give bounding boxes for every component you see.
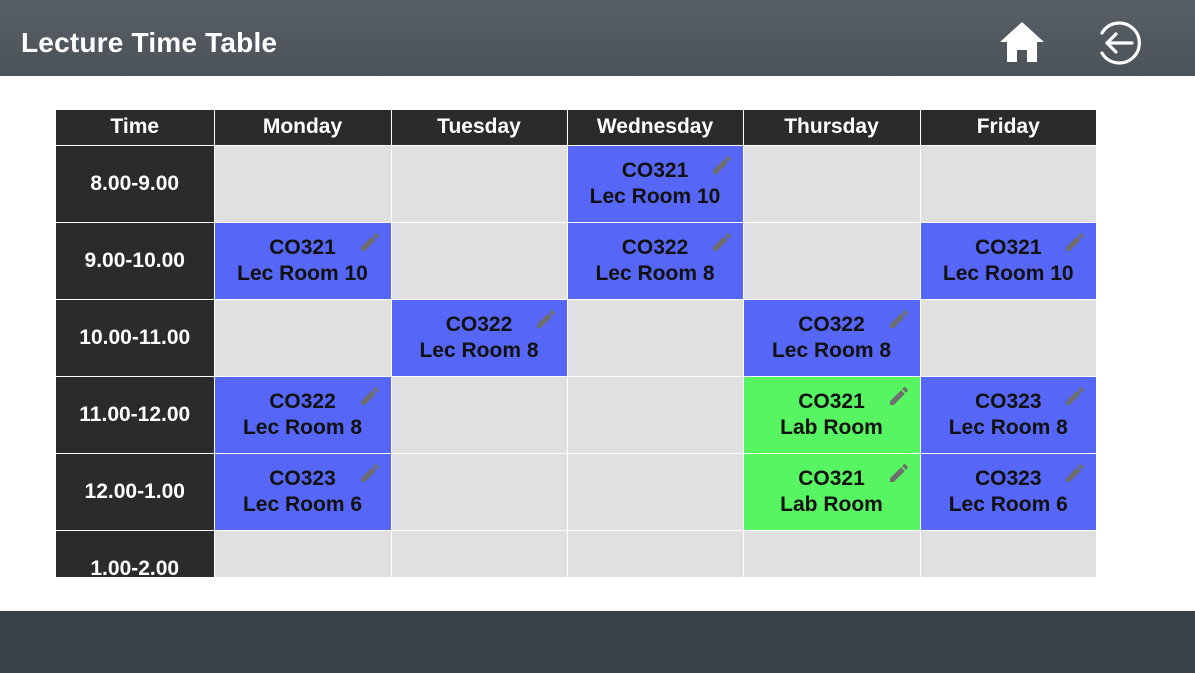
lecture-slot[interactable]: CO323 Lec Room 6	[213, 452, 392, 531]
empty-slot[interactable]	[390, 529, 568, 577]
edit-pencil-icon[interactable]	[887, 461, 911, 485]
timetable-row: 1.00-2.00	[56, 529, 1096, 577]
logout-button[interactable]	[1093, 19, 1145, 67]
lecture-slot[interactable]: CO323 Lec Room 6	[919, 452, 1096, 531]
room-name: Lec Room 8	[948, 415, 1068, 439]
empty-slot[interactable]	[742, 529, 921, 577]
lecture-slot[interactable]: CO322 Lec Room 8	[566, 221, 744, 300]
room-name: Lab Room	[780, 492, 883, 516]
empty-slot[interactable]	[566, 452, 744, 531]
room-name: Lec Room 10	[237, 261, 368, 285]
lecture-slot[interactable]: CO321 Lec Room 10	[566, 144, 744, 223]
lecture-slot[interactable]: CO323 Lec Room 8	[919, 375, 1096, 454]
edit-pencil-icon[interactable]	[710, 230, 734, 254]
timetable-body: 8.00-9.00 CO321 Lec Room 10 9.00-10.00 CO321…	[56, 144, 1096, 577]
room-name: Lec Room 10	[589, 184, 721, 208]
edit-pencil-icon[interactable]	[1063, 230, 1087, 254]
empty-slot[interactable]	[390, 221, 568, 300]
edit-pencil-icon[interactable]	[887, 384, 911, 408]
room-name: Lec Room 10	[942, 261, 1074, 285]
room-name: Lec Room 6	[948, 492, 1068, 516]
lecture-slot[interactable]: CO321 Lec Room 10	[213, 221, 392, 300]
empty-slot[interactable]	[566, 298, 744, 377]
empty-slot[interactable]	[566, 375, 744, 454]
time-slot-label: 12.00-1.00	[56, 452, 215, 531]
column-header: Friday	[919, 110, 1096, 146]
timetable-header-row: Time Monday Tuesday Wednesday Thursday F…	[56, 110, 1096, 146]
edit-pencil-icon[interactable]	[534, 307, 558, 331]
app-footer	[0, 611, 1195, 673]
lab-slot[interactable]: CO321 Lab Room	[742, 452, 921, 531]
lecture-slot[interactable]: CO322 Lec Room 8	[213, 375, 392, 454]
page-title: Lecture Time Table	[21, 27, 278, 58]
empty-slot[interactable]	[742, 221, 921, 300]
time-slot-label: 1.00-2.00	[56, 529, 215, 577]
lecture-slot[interactable]: CO322 Lec Room 8	[390, 298, 568, 377]
column-header: Wednesday	[566, 110, 744, 146]
edit-pencil-icon[interactable]	[710, 153, 734, 177]
app-window: Lecture Time Table Time Monday Tuesday W…	[0, 0, 1195, 673]
time-slot-label: 9.00-10.00	[56, 221, 215, 300]
timetable-row: 11.00-12.00 CO322 Lec Room 8 CO321 Lab Room C…	[56, 375, 1096, 454]
room-name: Lec Room 8	[419, 338, 539, 362]
room-name: Lab Room	[780, 415, 883, 439]
time-slot-label: 10.00-11.00	[56, 298, 215, 377]
home-button[interactable]	[996, 18, 1048, 66]
home-icon	[1000, 22, 1044, 62]
time-slot-label: 11.00-12.00	[56, 375, 215, 454]
empty-slot[interactable]	[390, 452, 568, 531]
lecture-slot[interactable]: CO321 Lec Room 10	[919, 221, 1096, 300]
timetable: Time Monday Tuesday Wednesday Thursday F…	[56, 110, 1096, 577]
edit-pencil-icon[interactable]	[358, 384, 382, 408]
edit-pencil-icon[interactable]	[358, 230, 382, 254]
logout-icon	[1100, 21, 1141, 65]
column-header: Tuesday	[390, 110, 568, 146]
empty-slot[interactable]	[213, 144, 392, 223]
empty-slot[interactable]	[390, 144, 568, 223]
timetable-row: 10.00-11.00 CO322 Lec Room 8 CO322 Lec Room …	[56, 298, 1096, 377]
empty-slot[interactable]	[919, 529, 1096, 577]
empty-slot[interactable]	[919, 298, 1096, 377]
edit-pencil-icon[interactable]	[1063, 384, 1087, 408]
empty-slot[interactable]	[919, 144, 1096, 223]
room-name: Lec Room 6	[242, 492, 363, 516]
column-header: Thursday	[742, 110, 921, 146]
empty-slot[interactable]	[566, 529, 744, 577]
empty-slot[interactable]	[213, 298, 392, 377]
time-slot-label: 8.00-9.00	[56, 144, 215, 223]
edit-pencil-icon[interactable]	[1063, 461, 1087, 485]
empty-slot[interactable]	[213, 529, 392, 577]
edit-pencil-icon[interactable]	[887, 307, 911, 331]
timetable-viewport[interactable]: Time Monday Tuesday Wednesday Thursday F…	[56, 110, 1096, 577]
lab-slot[interactable]: CO321 Lab Room	[742, 375, 921, 454]
room-name: Lec Room 8	[595, 261, 715, 285]
lecture-slot[interactable]: CO322 Lec Room 8	[742, 298, 921, 377]
timetable-row: 12.00-1.00 CO323 Lec Room 6 CO321 Lab Room CO…	[56, 452, 1096, 531]
column-header: Monday	[213, 110, 392, 146]
room-name: Lec Room 8	[242, 415, 363, 439]
empty-slot[interactable]	[742, 144, 921, 223]
edit-pencil-icon[interactable]	[358, 461, 382, 485]
app-header: Lecture Time Table	[0, 0, 1195, 76]
empty-slot[interactable]	[390, 375, 568, 454]
column-header: Time	[56, 110, 215, 146]
timetable-row: 8.00-9.00 CO321 Lec Room 10	[56, 144, 1096, 223]
room-name: Lec Room 8	[771, 338, 892, 362]
timetable-row: 9.00-10.00 CO321 Lec Room 10 CO322 Lec Room …	[56, 221, 1096, 300]
